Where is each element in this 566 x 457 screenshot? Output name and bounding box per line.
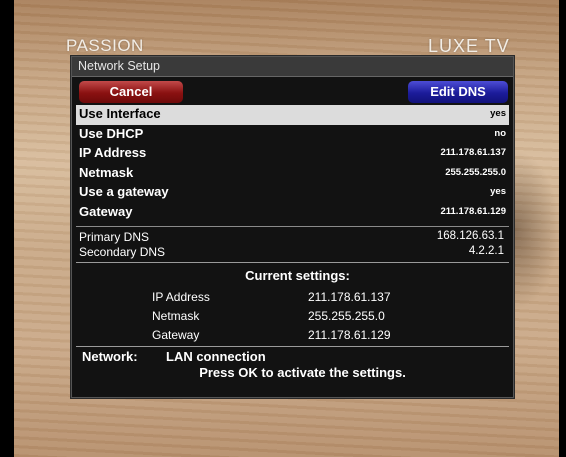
current-value: 211.178.61.129 [308, 328, 391, 342]
current-value: 211.178.61.137 [308, 290, 391, 304]
setting-row-use-dhcp[interactable]: Use DHCP no [76, 125, 509, 145]
setting-label: Gateway [79, 203, 133, 219]
channel-logo-left: PASSION [66, 36, 144, 55]
dns-value: 4.2.2.1 [468, 245, 504, 257]
activate-hint: Press OK to activate the settings. [199, 365, 406, 380]
current-label: Netmask [152, 309, 200, 323]
setting-value: 211.178.61.129 [440, 205, 506, 217]
settings-list: Use Interface yes Use DHCP no IP Address… [72, 105, 513, 222]
dns-label: Primary DNS [79, 230, 150, 244]
setting-row-gateway[interactable]: Gateway 211.178.61.129 [76, 203, 509, 223]
current-label: Gateway [152, 328, 200, 342]
setting-label: IP Address [79, 145, 147, 160]
channel-logo-right: LUXE TV [428, 36, 510, 56]
dns-value: 168.126.63.1 [436, 230, 504, 242]
dns-row-primary: Primary DNS 168.126.63.1 [76, 229, 509, 244]
dns-label: Secondary DNS [79, 245, 166, 259]
setting-row-ip-address[interactable]: IP Address 211.178.61.137 [76, 144, 509, 164]
setting-label: Use Interface [79, 106, 161, 121]
network-setup-dialog: Network Setup Cancel Edit DNS Use Interf… [71, 56, 514, 398]
setting-row-use-gateway[interactable]: Use a gateway yes [76, 183, 509, 203]
setting-label: Netmask [79, 164, 134, 180]
setting-value: 255.255.255.0 [445, 166, 506, 178]
divider [76, 226, 509, 227]
current-row-gateway: Gateway 211.178.61.129 [72, 325, 513, 344]
setting-row-netmask[interactable]: Netmask 255.255.255.0 [76, 164, 509, 184]
setting-value: 211.178.61.137 [440, 147, 506, 158]
network-label: Network: [82, 349, 138, 364]
edit-dns-button[interactable]: Edit DNS [408, 81, 508, 103]
setting-label: Use DHCP [79, 125, 144, 141]
cancel-button[interactable]: Cancel [79, 81, 183, 103]
network-value: LAN connection [166, 349, 266, 364]
dialog-title: Network Setup [72, 57, 513, 77]
current-label: IP Address [152, 290, 210, 304]
setting-label: Use a gateway [79, 184, 169, 199]
current-settings-title: Current settings: [245, 268, 350, 283]
current-row-ip: IP Address 211.178.61.137 [72, 287, 513, 306]
network-status: Network: LAN connection [72, 347, 513, 365]
dns-row-secondary: Secondary DNS 4.2.2.1 [76, 244, 509, 259]
current-row-netmask: Netmask 255.255.255.0 [72, 306, 513, 325]
setting-value: yes [490, 108, 506, 119]
button-row: Cancel Edit DNS [72, 77, 513, 103]
setting-row-use-interface[interactable]: Use Interface yes [76, 105, 509, 125]
current-value: 255.255.255.0 [308, 309, 385, 323]
setting-value: no [494, 127, 506, 139]
setting-value: yes [490, 186, 506, 197]
